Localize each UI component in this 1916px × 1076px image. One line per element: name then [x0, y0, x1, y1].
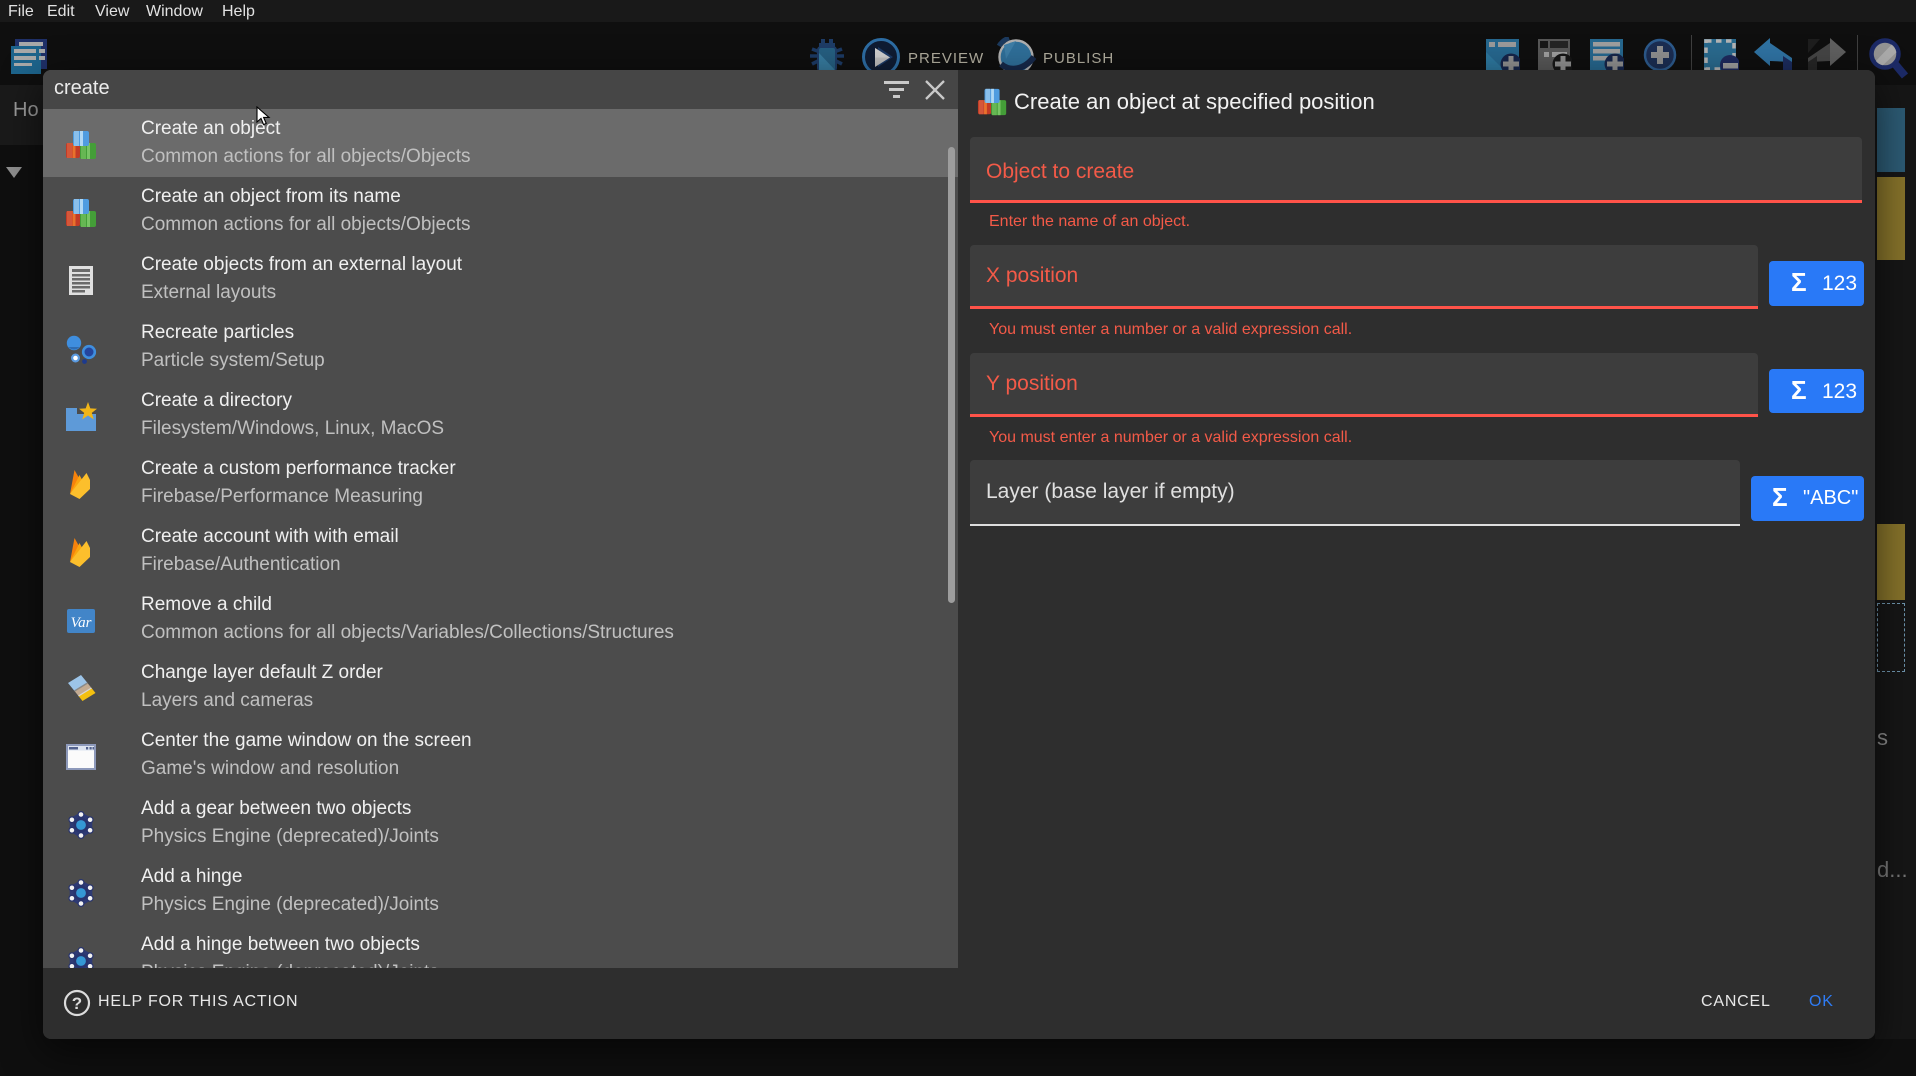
svg-text:Var: Var: [71, 615, 92, 631]
svg-text:?: ?: [72, 994, 82, 1013]
